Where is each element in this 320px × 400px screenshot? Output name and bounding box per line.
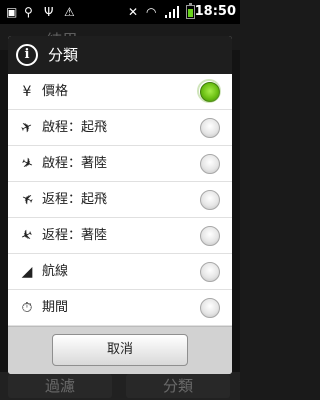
plane-landing-icon: ✈ <box>18 226 36 246</box>
option-label: 返程：起飛 <box>42 192 108 207</box>
option-outbound-takeoff[interactable]: ✈ 啟程：起飛 <box>8 110 232 146</box>
dialog-title: 分類 <box>48 46 79 64</box>
dialog-header: i 分類 <box>8 36 232 76</box>
yen-icon: ¥ <box>22 84 32 100</box>
radio-button[interactable] <box>200 262 220 282</box>
radio-button[interactable] <box>200 118 220 138</box>
sort-dialog: i 分類 ¥ 價格 ✈ 啟程：起飛 ✈ 啟程：著陸 ✈ 返程：起飛 ✈ 返程：著… <box>8 36 232 374</box>
signal-icon <box>165 6 179 18</box>
radio-button-selected[interactable] <box>197 79 221 103</box>
image-notification-icon: ▣ <box>6 5 18 19</box>
airline-icon: ◢ <box>21 264 33 280</box>
radio-button[interactable] <box>200 226 220 246</box>
info-icon: i <box>16 44 38 66</box>
option-outbound-landing[interactable]: ✈ 啟程：著陸 <box>8 146 232 182</box>
usb-debug-icon: Ψ <box>44 5 54 19</box>
dialog-footer: 取消 <box>8 326 232 374</box>
cancel-button[interactable]: 取消 <box>52 334 188 366</box>
status-bar: ▣ ⚲ Ψ ⚠ ✕ ◠ 18:50 <box>0 0 240 24</box>
option-return-landing[interactable]: ✈ 返程：著陸 <box>8 218 232 254</box>
option-label: 期間 <box>42 300 69 315</box>
option-label: 啟程：著陸 <box>42 156 108 171</box>
stopwatch-icon: ⏱ <box>21 300 33 316</box>
wifi-icon: ◠ <box>146 5 157 19</box>
option-price[interactable]: ¥ 價格 <box>8 74 232 110</box>
radio-button[interactable] <box>200 154 220 174</box>
option-label: 航線 <box>42 264 69 279</box>
option-airline[interactable]: ◢ 航線 <box>8 254 232 290</box>
warning-icon: ⚠ <box>64 5 75 19</box>
option-label: 價格 <box>42 84 69 99</box>
option-label: 啟程：起飛 <box>42 120 108 135</box>
option-return-takeoff[interactable]: ✈ 返程：起飛 <box>8 182 232 218</box>
plane-takeoff-icon: ✈ <box>18 118 36 138</box>
plane-takeoff-icon: ✈ <box>18 190 36 210</box>
option-duration[interactable]: ⏱ 期間 <box>8 290 232 326</box>
radio-button[interactable] <box>200 298 220 318</box>
usb-icon: ⚲ <box>24 5 33 19</box>
plane-landing-icon: ✈ <box>18 154 36 174</box>
clock: 18:50 <box>194 4 236 19</box>
option-label: 返程：著陸 <box>42 228 108 243</box>
radio-button[interactable] <box>200 190 220 210</box>
mute-icon: ✕ <box>128 5 139 19</box>
